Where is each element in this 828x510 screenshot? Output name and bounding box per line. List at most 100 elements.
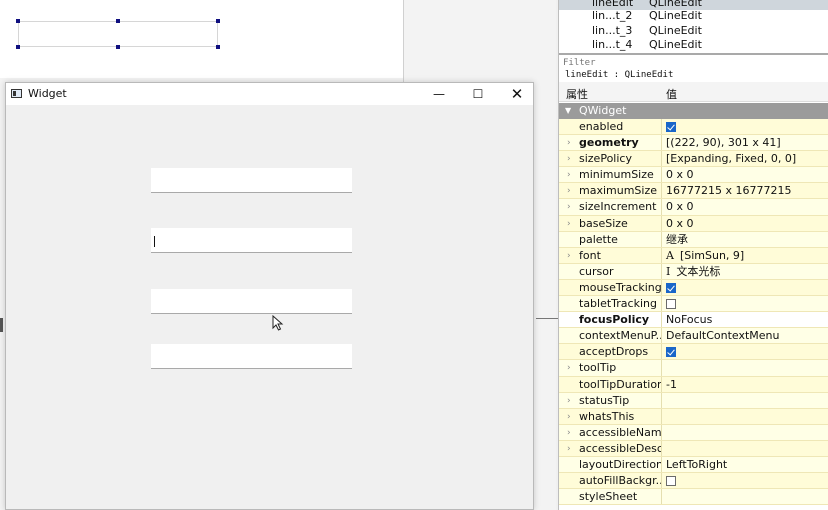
property-row[interactable]: › statusTip	[559, 392, 828, 409]
property-value[interactable]: DefaultContextMenu	[666, 328, 780, 344]
property-value-text: NoFocus	[666, 313, 713, 327]
expand-arrow-icon[interactable]: ›	[567, 135, 571, 151]
property-row[interactable]: cursor I 文本光标	[559, 263, 828, 280]
column-divider	[661, 360, 662, 376]
property-row[interactable]: › toolTip	[559, 360, 828, 377]
column-divider	[661, 279, 662, 296]
selection-handle[interactable]	[116, 19, 120, 23]
property-section-qwidget[interactable]: ▼ QWidget	[559, 103, 828, 119]
property-row[interactable]: › accessibleDesc...	[559, 440, 828, 457]
property-name: contextMenuP...	[579, 329, 661, 343]
line-edit-3[interactable]	[151, 289, 352, 314]
column-divider	[661, 231, 662, 247]
selection-handle[interactable]	[216, 19, 220, 23]
selected-line-edit[interactable]	[18, 21, 218, 47]
property-value[interactable]: 0 x 0	[666, 167, 694, 183]
property-value[interactable]: I 文本光标	[666, 264, 720, 280]
property-row[interactable]: › geometry [(222, 90), 301 x 41]	[559, 135, 828, 152]
expand-arrow-icon[interactable]: ›	[567, 183, 571, 199]
property-row[interactable]: enabled	[559, 119, 828, 136]
property-filter-input[interactable]	[563, 56, 825, 69]
column-divider	[661, 408, 662, 424]
column-divider	[661, 151, 662, 167]
value-column-header[interactable]: 值	[666, 86, 677, 102]
property-column-header[interactable]: 属性	[566, 86, 588, 102]
property-value[interactable]: 0 x 0	[666, 199, 694, 215]
property-row[interactable]: styleSheet	[559, 489, 828, 506]
property-row[interactable]: layoutDirection LeftToRight	[559, 456, 828, 474]
collapse-arrow-icon[interactable]: ▼	[565, 103, 571, 119]
line-edit-4[interactable]	[151, 344, 352, 369]
property-value[interactable]: 0 x 0	[666, 216, 694, 232]
property-row[interactable]: toolTipDuration -1	[559, 376, 828, 393]
property-row[interactable]: acceptDrops	[559, 344, 828, 361]
property-row[interactable]: › baseSize 0 x 0	[559, 215, 828, 232]
minimize-button[interactable]: —	[422, 83, 456, 105]
property-value[interactable]: A [SimSun, 9]	[666, 248, 744, 264]
property-row[interactable]: focusPolicy NoFocus	[559, 312, 828, 329]
object-row[interactable]: lin...t_4 QLineEdit	[559, 37, 828, 52]
property-checkbox[interactable]	[666, 299, 676, 310]
object-row[interactable]: lin...t_3 QLineEdit	[559, 23, 828, 38]
column-divider	[661, 473, 662, 489]
panel-splitter[interactable]	[559, 53, 828, 55]
designer-form[interactable]	[0, 0, 404, 78]
property-value-text: 0 x 0	[666, 200, 694, 214]
property-checkbox[interactable]	[666, 347, 676, 358]
property-row[interactable]: › whatsThis	[559, 408, 828, 425]
property-row[interactable]: › sizeIncrement 0 x 0	[559, 199, 828, 216]
column-divider	[661, 392, 662, 408]
property-row[interactable]: contextMenuP... DefaultContextMenu	[559, 328, 828, 345]
line-edit-1[interactable]	[151, 168, 352, 193]
title-bar[interactable]: Widget — ☐ ✕	[6, 83, 533, 105]
property-row[interactable]: mouseTracking	[559, 279, 828, 297]
property-name: cursor	[579, 264, 614, 278]
property-row[interactable]: autoFillBackgr...	[559, 473, 828, 490]
expand-arrow-icon[interactable]: ›	[567, 441, 571, 457]
close-button[interactable]: ✕	[500, 83, 534, 105]
selection-handle[interactable]	[16, 45, 20, 49]
property-checkbox[interactable]	[666, 476, 676, 487]
property-row[interactable]: palette 继承	[559, 231, 828, 248]
column-divider	[661, 296, 662, 312]
property-name: sizeIncrement	[579, 200, 657, 214]
selection-handle[interactable]	[16, 19, 20, 23]
property-checkbox[interactable]	[666, 122, 676, 132]
property-value[interactable]: 继承	[666, 232, 688, 248]
property-value[interactable]: -1	[666, 377, 677, 393]
maximize-button[interactable]: ☐	[461, 83, 495, 105]
property-value[interactable]: [Expanding, Fixed, 0, 0]	[666, 151, 796, 167]
property-value[interactable]: LeftToRight	[666, 457, 727, 473]
expand-arrow-icon[interactable]: ›	[567, 409, 571, 425]
expand-arrow-icon[interactable]: ›	[567, 199, 571, 215]
expand-arrow-icon[interactable]: ›	[567, 425, 571, 441]
property-name: styleSheet	[579, 490, 638, 504]
property-row[interactable]: › maximumSize 16777215 x 16777215	[559, 183, 828, 200]
property-checkbox[interactable]	[666, 282, 676, 293]
expand-arrow-icon[interactable]: ›	[567, 393, 571, 409]
mouse-cursor-icon	[272, 315, 284, 331]
property-row[interactable]: › minimumSize 0 x 0	[559, 167, 828, 184]
property-row[interactable]: › font A [SimSun, 9]	[559, 247, 828, 264]
object-name: lin...t_2	[592, 9, 633, 22]
canvas-guide-line	[536, 318, 558, 319]
selection-handle[interactable]	[116, 45, 120, 49]
expand-arrow-icon[interactable]: ›	[567, 151, 571, 167]
section-label: QWidget	[579, 104, 627, 117]
property-value[interactable]: [(222, 90), 301 x 41]	[666, 135, 781, 151]
object-row[interactable]: lin...t_2 QLineEdit	[559, 8, 828, 23]
expand-arrow-icon[interactable]: ›	[567, 248, 571, 264]
column-divider	[661, 183, 662, 199]
property-value[interactable]: NoFocus	[666, 312, 712, 328]
property-value[interactable]: 16777215 x 16777215	[666, 183, 791, 199]
selection-handle[interactable]	[216, 45, 220, 49]
property-row[interactable]: › sizePolicy [Expanding, Fixed, 0, 0]	[559, 151, 828, 168]
property-header: 属性 值	[559, 82, 828, 102]
property-row[interactable]: tabletTracking	[559, 296, 828, 313]
line-edit-2[interactable]	[151, 228, 352, 253]
expand-arrow-icon[interactable]: ›	[567, 216, 571, 232]
property-row[interactable]: › accessibleName	[559, 424, 828, 441]
expand-arrow-icon[interactable]: ›	[567, 360, 571, 376]
property-value-text: 0 x 0	[666, 168, 694, 182]
expand-arrow-icon[interactable]: ›	[567, 167, 571, 183]
